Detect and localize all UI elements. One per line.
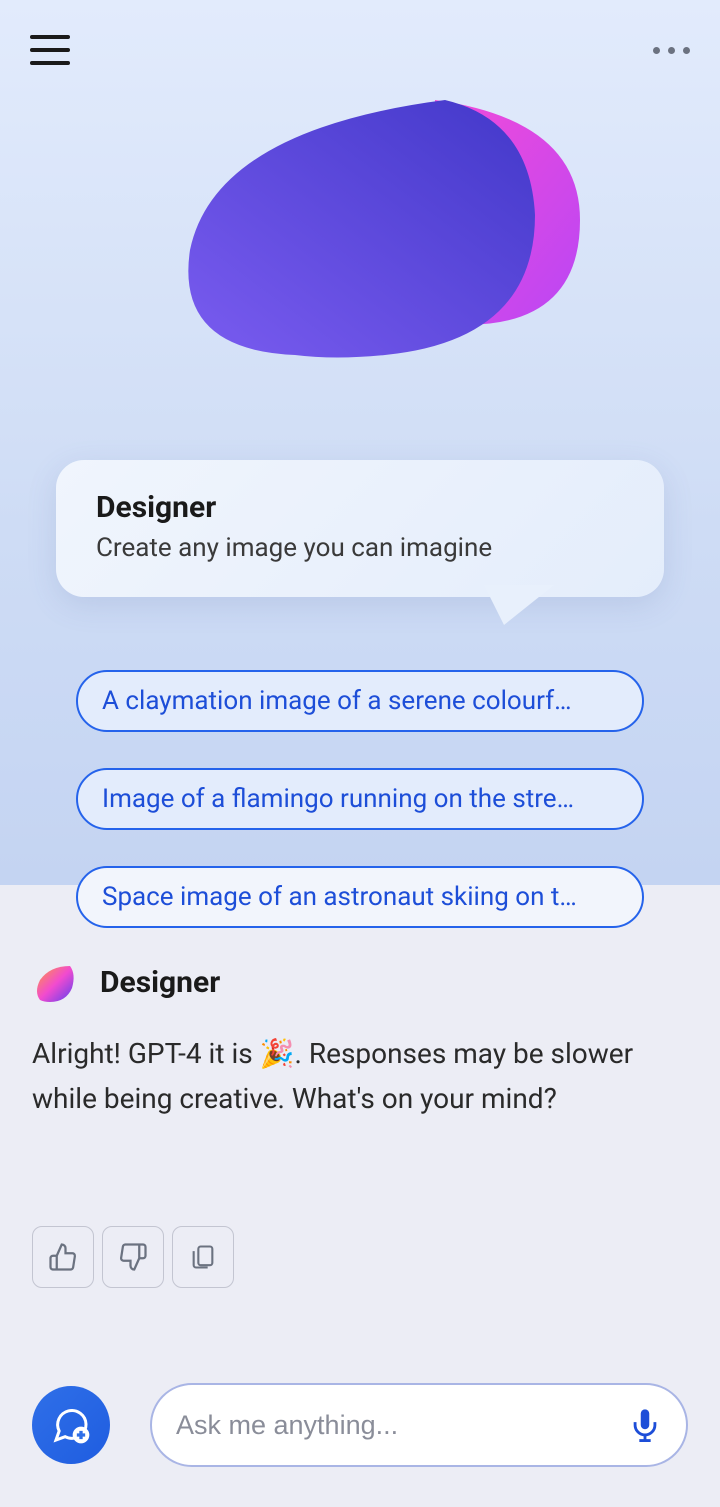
chat-plus-icon — [51, 1405, 91, 1445]
message-text: Alright! GPT-4 it is 🎉. Responses may be… — [32, 1032, 688, 1122]
message-sender: Designer — [100, 965, 220, 1000]
designer-avatar-icon — [32, 960, 76, 1004]
copy-button[interactable] — [172, 1226, 234, 1288]
more-icon[interactable] — [653, 47, 690, 54]
mic-icon[interactable] — [628, 1408, 662, 1442]
new-topic-button[interactable] — [32, 1386, 110, 1464]
thumbs-down-button[interactable] — [102, 1226, 164, 1288]
message-actions — [32, 1226, 234, 1288]
top-bar — [0, 0, 720, 100]
speech-tail — [484, 585, 554, 625]
suggestion-chip[interactable]: Space image of an astronaut skiing on t… — [76, 866, 644, 928]
copy-icon — [189, 1243, 217, 1271]
input-container — [150, 1383, 688, 1467]
menu-icon[interactable] — [30, 35, 70, 65]
composer — [32, 1383, 688, 1467]
suggestion-list: A claymation image of a serene colourf… … — [76, 670, 644, 928]
suggestion-chip[interactable]: Image of a flamingo running on the stre… — [76, 768, 644, 830]
intro-card: Designer Create any image you can imagin… — [56, 460, 664, 597]
message-input[interactable] — [176, 1410, 628, 1441]
intro-subtitle: Create any image you can imagine — [96, 533, 624, 563]
designer-logo — [135, 100, 585, 360]
message-header: Designer — [32, 960, 688, 1004]
thumbs-down-icon — [118, 1242, 148, 1272]
intro-title: Designer — [96, 490, 624, 525]
thumbs-up-button[interactable] — [32, 1226, 94, 1288]
assistant-message: Designer Alright! GPT-4 it is 🎉. Respons… — [32, 960, 688, 1122]
suggestion-chip[interactable]: A claymation image of a serene colourf… — [76, 670, 644, 732]
thumbs-up-icon — [48, 1242, 78, 1272]
